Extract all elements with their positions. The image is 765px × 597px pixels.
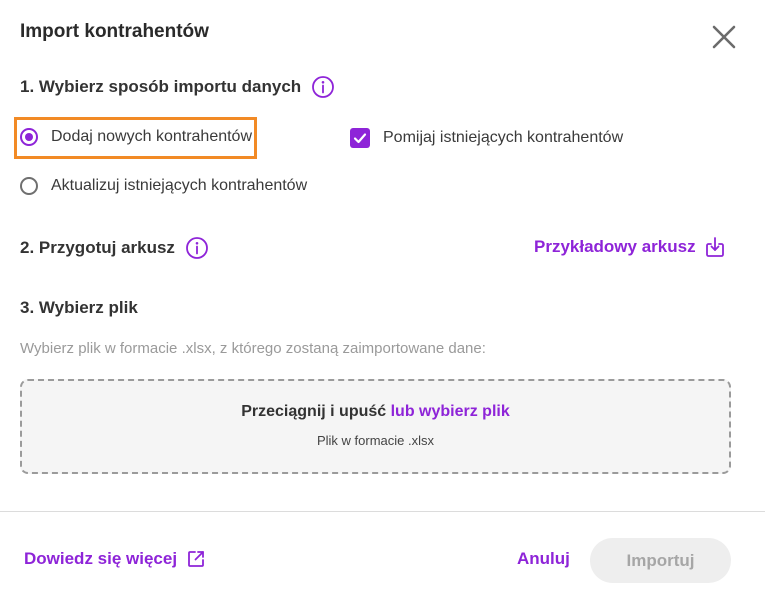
dropzone-format-text: Plik w formacie .xlsx [316,433,435,448]
section-3-heading: 3. Wybierz plik [20,298,138,318]
close-icon[interactable] [711,24,737,50]
choose-file-link[interactable]: lub wybierz plik [391,403,510,420]
footer-divider [0,511,765,512]
section-3-title: 3. Wybierz plik [20,298,138,317]
radio-unselected-icon[interactable] [20,177,38,195]
file-dropzone[interactable]: Przeciągnij i upuść lub wybierz plik Pli… [20,379,731,474]
sample-sheet-label: Przykładowy arkusz [534,237,696,256]
dropzone-drag-text: Przeciągnij i upuść [241,403,391,420]
info-icon[interactable] [311,75,335,99]
dialog-title: Import kontrahentów [20,21,209,42]
radio-update-existing-label: Aktualizuj istniejących kontrahentów [51,177,308,194]
section-2-title: 2. Przygotuj arkusz [20,238,175,257]
learn-more-link[interactable]: Dowiedz się więcej [24,549,205,569]
import-dialog: Import kontrahentów 1. Wybierz sposób im… [0,0,765,597]
learn-more-label: Dowiedz się więcej [24,549,178,568]
radio-add-new[interactable]: Dodaj nowych kontrahentów [20,128,252,146]
radio-update-existing[interactable]: Aktualizuj istniejących kontrahentów [20,177,307,195]
cancel-button[interactable]: Anuluj [517,549,570,569]
checkbox-skip-existing-label: Pomijaj istniejących kontrahentów [383,129,624,146]
download-icon [705,237,724,257]
sample-sheet-link[interactable]: Przykładowy arkusz [534,236,725,258]
section-2-heading: 2. Przygotuj arkusz [20,236,209,260]
dropzone-main-text: Przeciągnij i upuść lub wybierz plik [22,403,729,421]
file-hint: Wybierz plik w formacie .xlsx, z którego… [20,340,486,357]
import-button[interactable]: Importuj [590,538,731,583]
section-1-heading: 1. Wybierz sposób importu danych [20,75,335,99]
checkbox-skip-existing[interactable]: Pomijaj istniejących kontrahentów [350,128,623,148]
radio-add-new-label: Dodaj nowych kontrahentów [51,128,253,145]
section-1-title: 1. Wybierz sposób importu danych [20,77,302,96]
external-link-icon [188,551,204,567]
radio-selected-icon[interactable] [20,128,38,146]
info-icon[interactable] [185,236,209,260]
checkbox-checked-icon[interactable] [350,128,370,148]
